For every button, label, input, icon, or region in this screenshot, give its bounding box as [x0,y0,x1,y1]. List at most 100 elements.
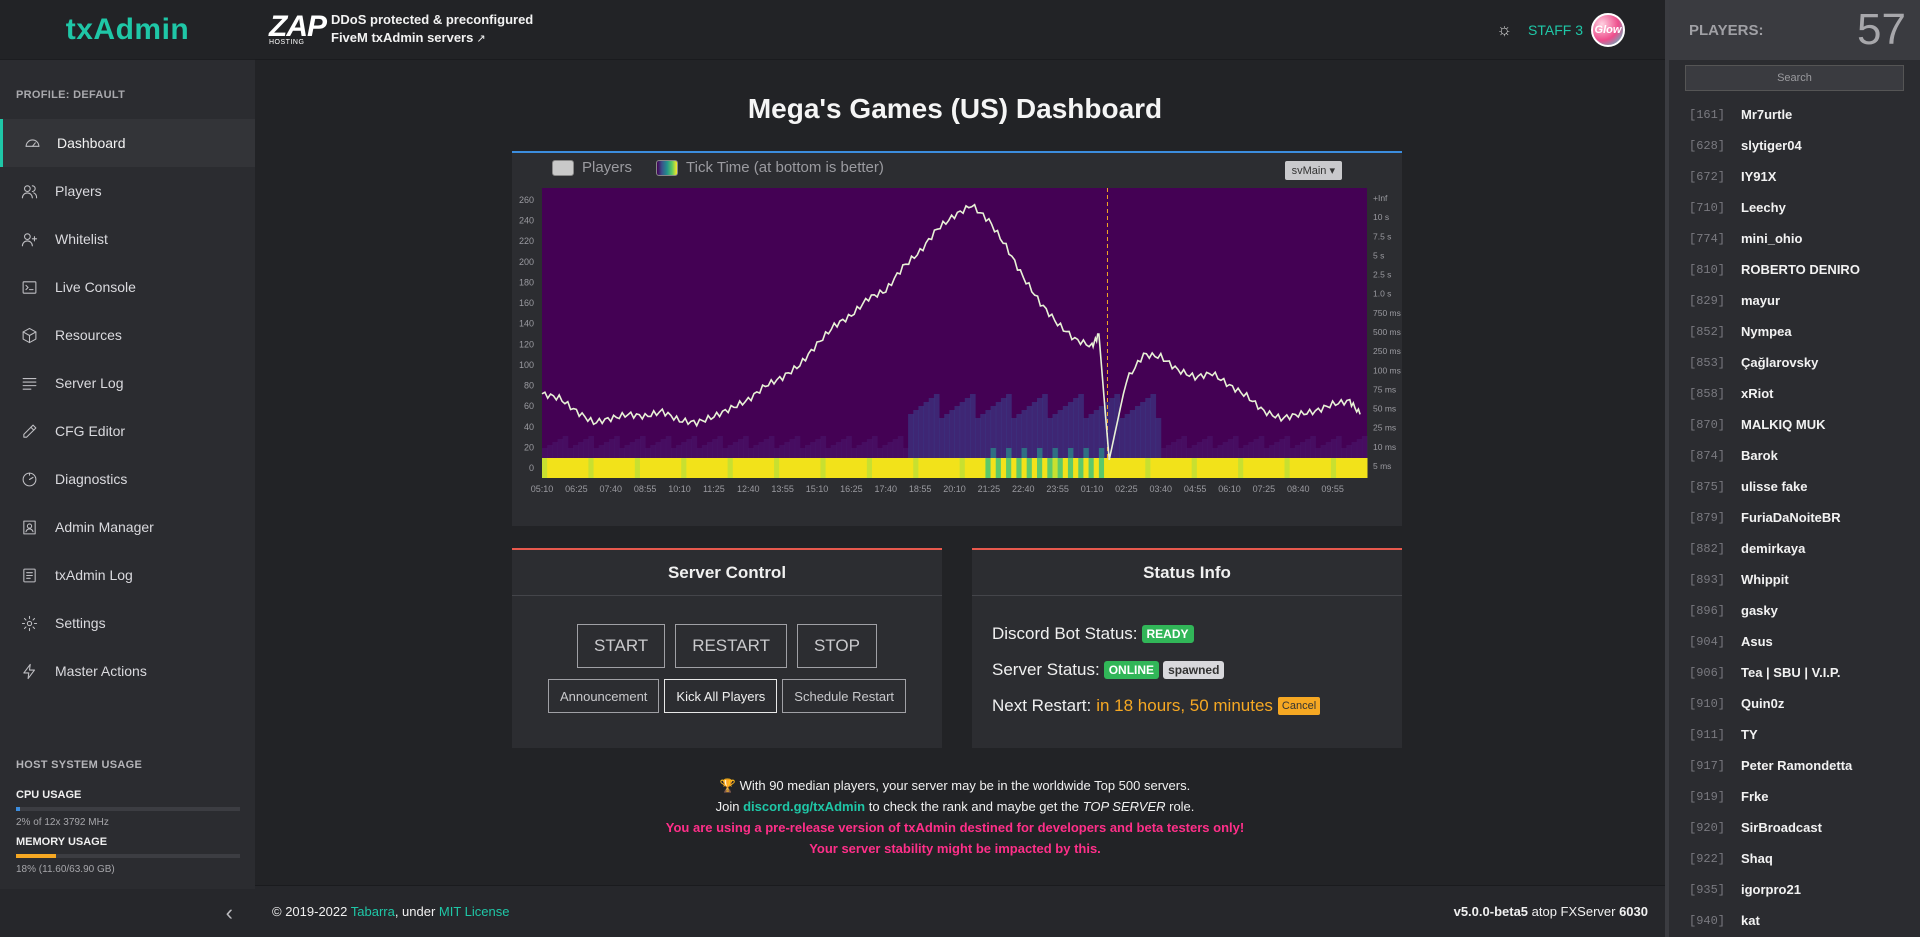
player-list-item[interactable]: [774] mini_ohio [1669,223,1920,254]
heatmap-cell [1176,458,1182,478]
heatmap-cell [1330,439,1337,458]
cube-icon [20,326,38,344]
player-name: igorpro21 [1741,882,1801,897]
heatmap-cell [841,439,847,458]
heatmap-cell [712,439,718,458]
heatmap-cell [1073,398,1079,458]
player-list-item[interactable]: [161] Mr7urtle [1669,99,1920,130]
heatmap-cell [1109,458,1115,478]
heatmap-cell [1119,418,1126,458]
schedule-restart-button[interactable]: Schedule Restart [782,679,907,713]
heatmap-cell [923,458,930,478]
heatmap-cell [1243,458,1249,478]
heatmap-cell [815,439,821,458]
zap-hosting-ad[interactable]: DDoS protected & preconfigured FiveM txA… [331,11,533,48]
player-list-item[interactable]: [904] Asus [1669,626,1920,657]
player-list-item[interactable]: [829] mayur [1669,285,1920,316]
sun-icon[interactable]: ☼ [1496,20,1512,40]
heatmap-cell [964,398,971,458]
sidebar-item-players[interactable]: Players [0,167,255,215]
status-badge: READY [1141,625,1194,643]
sidebar-item-settings[interactable]: Settings [0,599,255,647]
player-list-item[interactable]: [893] Whippit [1669,564,1920,595]
player-list-item[interactable]: [628] slytiger04 [1669,130,1920,161]
player-list-item[interactable]: [911] TY [1669,719,1920,750]
player-list-item[interactable]: [710] Leechy [1669,192,1920,223]
license-link[interactable]: MIT License [439,904,510,919]
discord-link[interactable]: discord.gg/txAdmin [743,799,865,814]
player-list-item[interactable]: [919] Frke [1669,781,1920,812]
memory-usage-text: 18% (11.60/63.90 GB) [16,864,115,875]
sidebar-item-whitelist[interactable]: Whitelist [0,215,255,263]
heatmap-cell [1021,448,1028,458]
heatmap-cell [1145,458,1151,478]
player-list-item[interactable]: [896] gasky [1669,595,1920,626]
sidebar-collapse-button[interactable]: ‹ [0,889,255,937]
zap-hosting-logo[interactable]: ZAP HOSTING [269,8,327,52]
heatmap-cell [722,448,729,458]
status-info-card: Status Info Discord Bot Status: READY Se… [972,548,1402,748]
heatmap-cell [572,445,579,458]
player-list-item[interactable]: [922] Shaq [1669,843,1920,874]
cpu-usage-label: CPU USAGE [16,789,82,801]
sidebar-item-server-log[interactable]: Server Log [0,359,255,407]
player-list-item[interactable]: [940] kat [1669,905,1920,936]
heatmap-cell [1305,458,1311,478]
heatmap-cell [810,442,816,458]
players-panel: PLAYERS: 57 [161] Mr7urtle [628] slytiger04… [1665,0,1920,937]
player-name: Tea | SBU | V.I.P. [1741,665,1841,680]
heatmap-cell [949,410,955,458]
heatmap-cell [603,442,610,458]
player-list-item[interactable]: [917] Peter Ramondetta [1669,750,1920,781]
pencil-icon [20,422,38,440]
heatmap-cell [1093,410,1100,458]
thread-select-dropdown[interactable]: svMain ▾ [1284,161,1342,180]
sidebar-item-dashboard[interactable]: Dashboard [0,119,255,167]
player-list-item[interactable]: [920] SirBroadcast [1669,812,1920,843]
author-link[interactable]: Tabarra [351,904,395,919]
x-axis-tick-label: 08:55 [634,484,657,494]
heatmap-cell [1336,436,1342,458]
y-right-tick-label: 100 ms [1373,365,1401,375]
heatmap-cell [1207,458,1213,478]
sidebar-item-resources[interactable]: Resources [0,311,255,359]
player-list-item[interactable]: [882] demirkaya [1669,533,1920,564]
staff-name[interactable]: STAFF 3 [1528,22,1583,38]
stop-button[interactable]: STOP [796,624,877,668]
heatmap-cell [1078,394,1084,458]
player-list-item[interactable]: [875] ulisse fake [1669,471,1920,502]
player-list-item[interactable]: [906] Tea | SBU | V.I.P. [1669,657,1920,688]
player-list-item[interactable]: [910] Quin0z [1669,688,1920,719]
sidebar-item-txadmin-log[interactable]: txAdmin Log [0,551,255,599]
brand-logo[interactable]: txAdmin [0,0,255,60]
restart-button[interactable]: RESTART [675,624,787,668]
sidebar-item-admin-manager[interactable]: Admin Manager [0,503,255,551]
player-list-item[interactable]: [870] MALKIQ MUK [1669,409,1920,440]
player-list-item[interactable]: [935] igorpro21 [1669,874,1920,905]
player-list-item[interactable]: [879] FuriaDaNoiteBR [1669,502,1920,533]
player-list-item[interactable]: [858] xRiot [1669,378,1920,409]
player-search-input[interactable] [1685,65,1904,91]
heatmap-cell [1026,406,1033,458]
atop-text: atop FXServer [1528,904,1620,919]
player-list-item[interactable]: [874] Barok [1669,440,1920,471]
player-list-item[interactable]: [852] Nympea [1669,316,1920,347]
server-status-label: Server Status: [992,660,1100,679]
heatmap-cell [1274,458,1280,478]
avatar[interactable]: Glow [1591,12,1625,47]
sidebar-item-cfg-editor[interactable]: CFG Editor [0,407,255,455]
start-button[interactable]: START [577,624,666,668]
player-list-item[interactable]: [672] IY91X [1669,161,1920,192]
heatmap-cell [1140,402,1146,458]
heatmap-cell [1057,458,1064,478]
announcement-button[interactable]: Announcement [547,679,660,713]
cancel-restart-button[interactable]: Cancel [1277,697,1321,715]
player-id: [917] [1689,758,1726,773]
sidebar-item-master-actions[interactable]: Master Actions [0,647,255,695]
player-list-item[interactable]: [810] ROBERTO DENIRO [1669,254,1920,285]
sidebar-item-diagnostics[interactable]: Diagnostics [0,455,255,503]
kick-all-players-button[interactable]: Kick All Players [664,679,778,713]
sidebar-item-live-console[interactable]: Live Console [0,263,255,311]
player-list-item[interactable]: [853] Çağlarovsky [1669,347,1920,378]
heatmap-cell [1284,436,1291,458]
